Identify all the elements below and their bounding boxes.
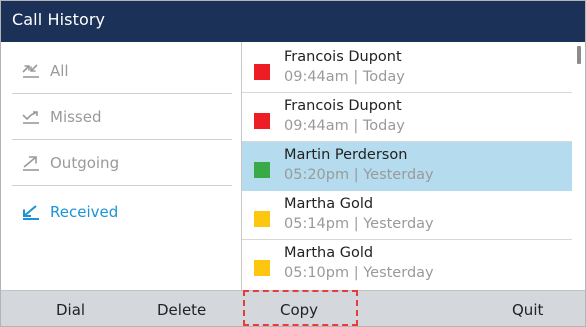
quit-button[interactable]: Quit: [512, 291, 543, 326]
filter-all-label: All: [50, 62, 69, 80]
call-status-indicator: [254, 260, 270, 276]
received-calls-icon: [21, 202, 49, 222]
filter-received[interactable]: Received: [12, 189, 232, 235]
filter-all[interactable]: All: [12, 48, 232, 94]
call-time: 09:44am | Today: [284, 118, 405, 134]
call-time: 05:10pm | Yesterday: [284, 265, 434, 281]
caller-name: Francois Dupont: [284, 98, 402, 114]
call-entry[interactable]: Martha Gold 05:10pm | Yesterday: [242, 240, 572, 289]
call-status-indicator: [254, 162, 270, 178]
outgoing-calls-icon: [21, 153, 49, 173]
filter-missed-label: Missed: [50, 108, 102, 126]
filter-outgoing[interactable]: Outgoing: [12, 140, 232, 186]
call-status-indicator: [254, 113, 270, 129]
call-entry[interactable]: Francois Dupont 09:44am | Today: [242, 93, 572, 142]
call-time: 05:14pm | Yesterday: [284, 216, 434, 232]
filter-outgoing-label: Outgoing: [50, 154, 120, 172]
all-calls-icon: [21, 61, 49, 81]
softkey-bar: Dial Delete Copy Quit: [1, 290, 585, 326]
call-history-screen: Call History All Missed Outgoing Receive…: [0, 0, 586, 327]
filter-list: All Missed Outgoing Received: [12, 48, 232, 284]
call-time: 09:44am | Today: [284, 69, 405, 85]
page-title: Call History: [12, 10, 106, 29]
call-entry[interactable]: Martha Gold 05:14pm | Yesterday: [242, 191, 572, 240]
caller-name: Martha Gold: [284, 196, 374, 212]
missed-calls-icon: [21, 107, 49, 127]
copy-button[interactable]: Copy: [280, 291, 318, 326]
call-time: 05:20pm | Yesterday: [284, 167, 434, 183]
filter-divider: [12, 185, 232, 186]
scrollbar[interactable]: [577, 46, 581, 64]
filter-received-label: Received: [50, 203, 119, 221]
call-entry-selected[interactable]: Martin Perderson 05:20pm | Yesterday: [242, 142, 572, 191]
title-bar: Call History: [1, 1, 585, 42]
caller-name: Martin Perderson: [284, 147, 408, 163]
delete-button[interactable]: Delete: [157, 291, 206, 326]
call-status-indicator: [254, 211, 270, 227]
dial-button[interactable]: Dial: [56, 291, 85, 326]
caller-name: Francois Dupont: [284, 49, 402, 65]
caller-name: Martha Gold: [284, 245, 374, 261]
filter-missed[interactable]: Missed: [12, 94, 232, 140]
call-status-indicator: [254, 64, 270, 80]
call-entry[interactable]: Francois Dupont 09:44am | Today: [242, 44, 572, 93]
call-list[interactable]: Francois Dupont 09:44am | Today Francois…: [242, 44, 572, 290]
